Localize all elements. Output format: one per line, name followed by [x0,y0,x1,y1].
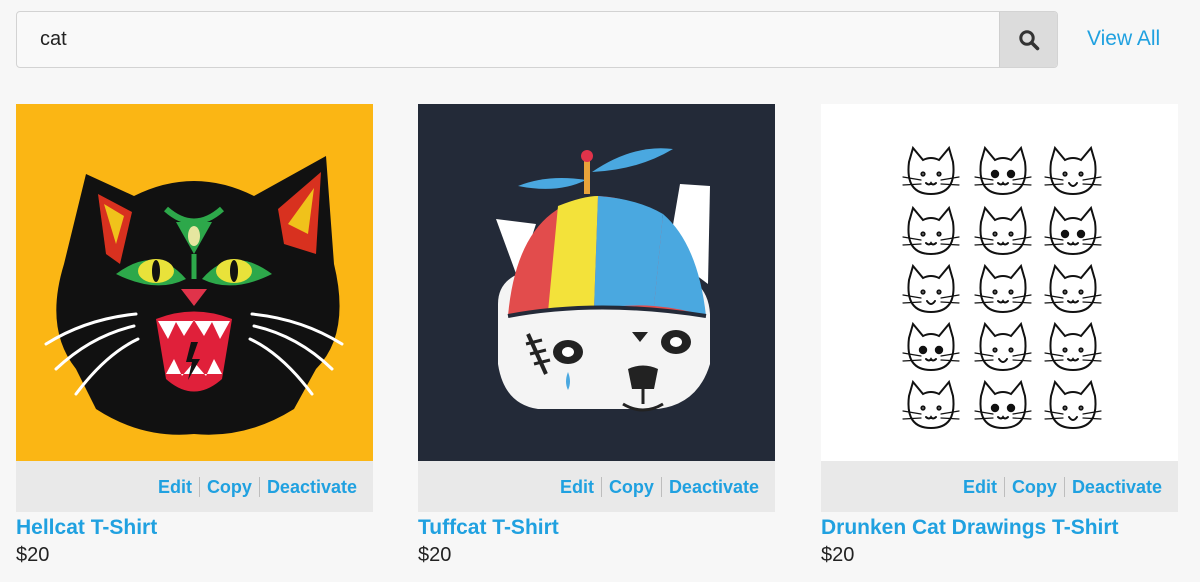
edit-button[interactable]: Edit [151,476,199,498]
product-card: Edit Copy Deactivate Drunken Cat Drawing… [821,104,1178,567]
product-image-tuffcat[interactable] [418,104,775,461]
search-input[interactable] [17,12,999,67]
product-price: $20 [16,544,50,566]
product-card: Edit Copy Deactivate Tuffcat T-Shirt $20 [418,104,775,567]
product-title[interactable]: Drunken Cat Drawings T-Shirt [821,516,1178,540]
deactivate-button[interactable]: Deactivate [1065,476,1162,498]
product-title[interactable]: Tuffcat T-Shirt [418,516,775,540]
product-actions: Edit Copy Deactivate [16,461,373,512]
product-title[interactable]: Hellcat T-Shirt [16,516,373,540]
product-card: Edit Copy Deactivate Hellcat T-Shirt $20 [16,104,373,567]
search-icon [1018,29,1039,50]
copy-button[interactable]: Copy [602,476,661,498]
edit-button[interactable]: Edit [956,476,1004,498]
deactivate-button[interactable]: Deactivate [662,476,759,498]
product-image-drunken-cat-drawings[interactable] [821,104,1178,461]
copy-button[interactable]: Copy [200,476,259,498]
search-bar: View All [16,11,1184,68]
product-price: $20 [821,544,855,566]
deactivate-button[interactable]: Deactivate [260,476,357,498]
product-price: $20 [418,544,452,566]
product-actions: Edit Copy Deactivate [418,461,775,512]
search-button[interactable] [999,12,1057,67]
product-image-hellcat[interactable] [16,104,373,461]
product-actions: Edit Copy Deactivate [821,461,1178,512]
copy-button[interactable]: Copy [1005,476,1064,498]
view-all-link[interactable]: View All [1087,27,1160,51]
edit-button[interactable]: Edit [553,476,601,498]
search-box [16,11,1058,68]
